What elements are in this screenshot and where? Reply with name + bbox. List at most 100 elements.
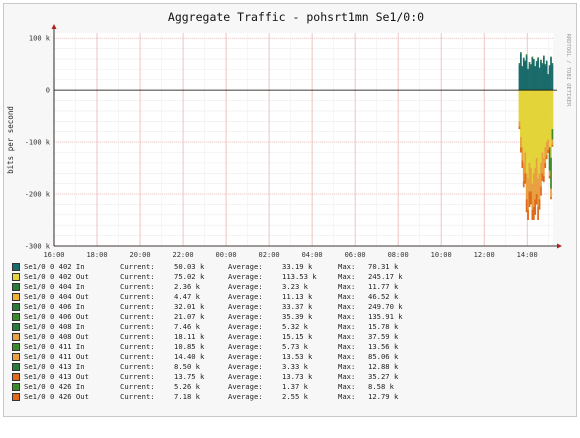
legend-max-value: 70.31 k [368, 262, 399, 271]
legend-max-value: 11.77 k [368, 282, 399, 291]
legend-swatch [12, 353, 20, 361]
area-segment-se1-0-0-413-out [538, 199, 541, 210]
area-segment-se1-0-0-404-in [522, 57, 525, 59]
x-tick-label: 04:00 [302, 251, 323, 259]
area-segment-se1-0-0-404-in [532, 58, 535, 61]
legend-average-label: Average: [228, 392, 263, 401]
y-tick-label: -200 k [25, 191, 51, 199]
legend-series-name: Se1/0 0 402 Out [24, 272, 89, 281]
legend-average-value: 3.23 k [282, 282, 308, 291]
area-segment-se1-0-0-413-out [520, 147, 522, 153]
legend-swatch [12, 263, 20, 271]
legend-max-label: Max: [338, 262, 356, 271]
area-segment-se1-0-0-402-out [551, 90, 554, 130]
legend-max-label: Max: [338, 322, 356, 331]
area-segment-se1-0-0-404-in [534, 65, 537, 67]
legend-max-label: Max: [338, 332, 356, 341]
area-segment-se1-0-0-404-in [520, 52, 522, 54]
legend-current-label: Current: [120, 322, 155, 331]
area-segment-se1-0-0-404-in [537, 57, 539, 59]
area-segment-se1-0-0-404-in [524, 60, 527, 62]
y-tick-label: -100 k [25, 139, 51, 147]
legend-max-value: 85.06 k [368, 352, 399, 361]
x-tick-label: 12:00 [474, 251, 495, 259]
legend-current-label: Current: [120, 382, 155, 391]
x-tick-label: 00:00 [216, 251, 237, 259]
legend-average-value: 33.19 k [282, 262, 313, 271]
area-segment-se1-0-0-404-in [531, 56, 534, 58]
legend-max-label: Max: [338, 292, 356, 301]
area-segment-se1-0-0-413-out [542, 175, 545, 183]
legend-max-label: Max: [338, 272, 356, 281]
legend-max-label: Max: [338, 392, 356, 401]
area-segment-se1-0-0-413-out [544, 162, 547, 169]
legend-series-name: Se1/0 0 413 Out [24, 372, 89, 381]
legend-max-value: 135.91 k [368, 312, 403, 321]
area-segment-se1-0-0-404-in [541, 63, 544, 65]
area-segment-se1-0-0-404-in [540, 59, 542, 62]
legend-current-label: Current: [120, 302, 155, 311]
legend-average-value: 5.32 k [282, 322, 308, 331]
legend-swatch [12, 333, 20, 341]
y-tick-label: 100 k [29, 35, 51, 43]
legend-max-label: Max: [338, 382, 356, 391]
area-segment-se1-0-0-404-in [538, 67, 541, 69]
legend-swatch [12, 323, 20, 331]
area-segment-se1-0-0-413-out [545, 155, 548, 160]
legend-average-value: 11.13 k [282, 292, 313, 301]
legend-series-name: Se1/0 0 404 Out [24, 292, 89, 301]
legend-series-name: Se1/0 0 406 In [24, 302, 85, 311]
area-segment-se1-0-0-404-in [518, 63, 521, 65]
legend-current-value: 18.11 k [174, 332, 205, 341]
legend-series-name: Se1/0 0 411 In [24, 342, 85, 351]
legend-series-name: Se1/0 0 404 In [24, 282, 85, 291]
area-segment-se1-0-0-404-in [528, 62, 531, 64]
legend-current-label: Current: [120, 342, 155, 351]
legend-average-label: Average: [228, 292, 263, 301]
legend-average-label: Average: [228, 352, 263, 361]
area-segment-se1-0-0-404-in [527, 68, 529, 70]
chart-title: Aggregate Traffic - pohsrt1mn Se1/0:0 [168, 10, 424, 24]
legend-current-value: 4.47 k [174, 292, 200, 301]
legend-swatch [12, 373, 20, 381]
legend-current-label: Current: [120, 272, 155, 281]
area-segment-se1-0-0-411-out [550, 188, 552, 197]
legend-current-label: Current: [120, 312, 155, 321]
x-tick-label: 02:00 [259, 251, 280, 259]
area-segment-se1-0-0-402-in [551, 64, 554, 91]
legend-current-label: Current: [120, 392, 155, 401]
area-segment-se1-0-0-413-out [527, 209, 529, 221]
legend-average-label: Average: [228, 282, 263, 291]
legend-max-label: Max: [338, 342, 356, 351]
legend-average-label: Average: [228, 332, 263, 341]
x-axis-arrow [557, 243, 562, 249]
legend-max-label: Max: [338, 352, 356, 361]
legend-current-value: 5.26 k [174, 382, 200, 391]
area-segment-se1-0-0-404-in [525, 54, 528, 56]
legend-swatch [12, 383, 20, 391]
legend-swatch [12, 363, 20, 371]
area-segment-se1-0-0-411-out [520, 136, 522, 148]
legend-max-label: Max: [338, 372, 356, 381]
legend-current-label: Current: [120, 332, 155, 341]
legend-swatch [12, 393, 20, 401]
legend-current-value: 8.50 k [174, 362, 200, 371]
legend-current-value: 2.36 k [174, 282, 200, 291]
area-segment-se1-0-0-404-in [535, 61, 538, 63]
area-segment-se1-0-0-413-out [521, 160, 524, 169]
legend-current-value: 10.85 k [174, 342, 205, 351]
area-segment-se1-0-0-411-out [548, 170, 551, 176]
legend-current-value: 50.03 k [174, 262, 205, 271]
y-tick-label: 0 [46, 87, 50, 95]
legend-current-value: 14.40 k [174, 352, 205, 361]
legend-average-value: 5.73 k [282, 342, 308, 351]
legend-average-label: Average: [228, 362, 263, 371]
legend-max-value: 46.52 k [368, 292, 399, 301]
legend-average-label: Average: [228, 272, 263, 281]
legend-average-label: Average: [228, 312, 263, 321]
area-segment-se1-0-0-413-out [540, 186, 542, 196]
y-tick-label: -300 k [25, 243, 51, 251]
area-segment-se1-0-0-413-out [524, 173, 527, 184]
area-segment-se1-0-0-413-out [548, 175, 551, 179]
area-segment-se1-0-0-413-out [547, 149, 549, 154]
